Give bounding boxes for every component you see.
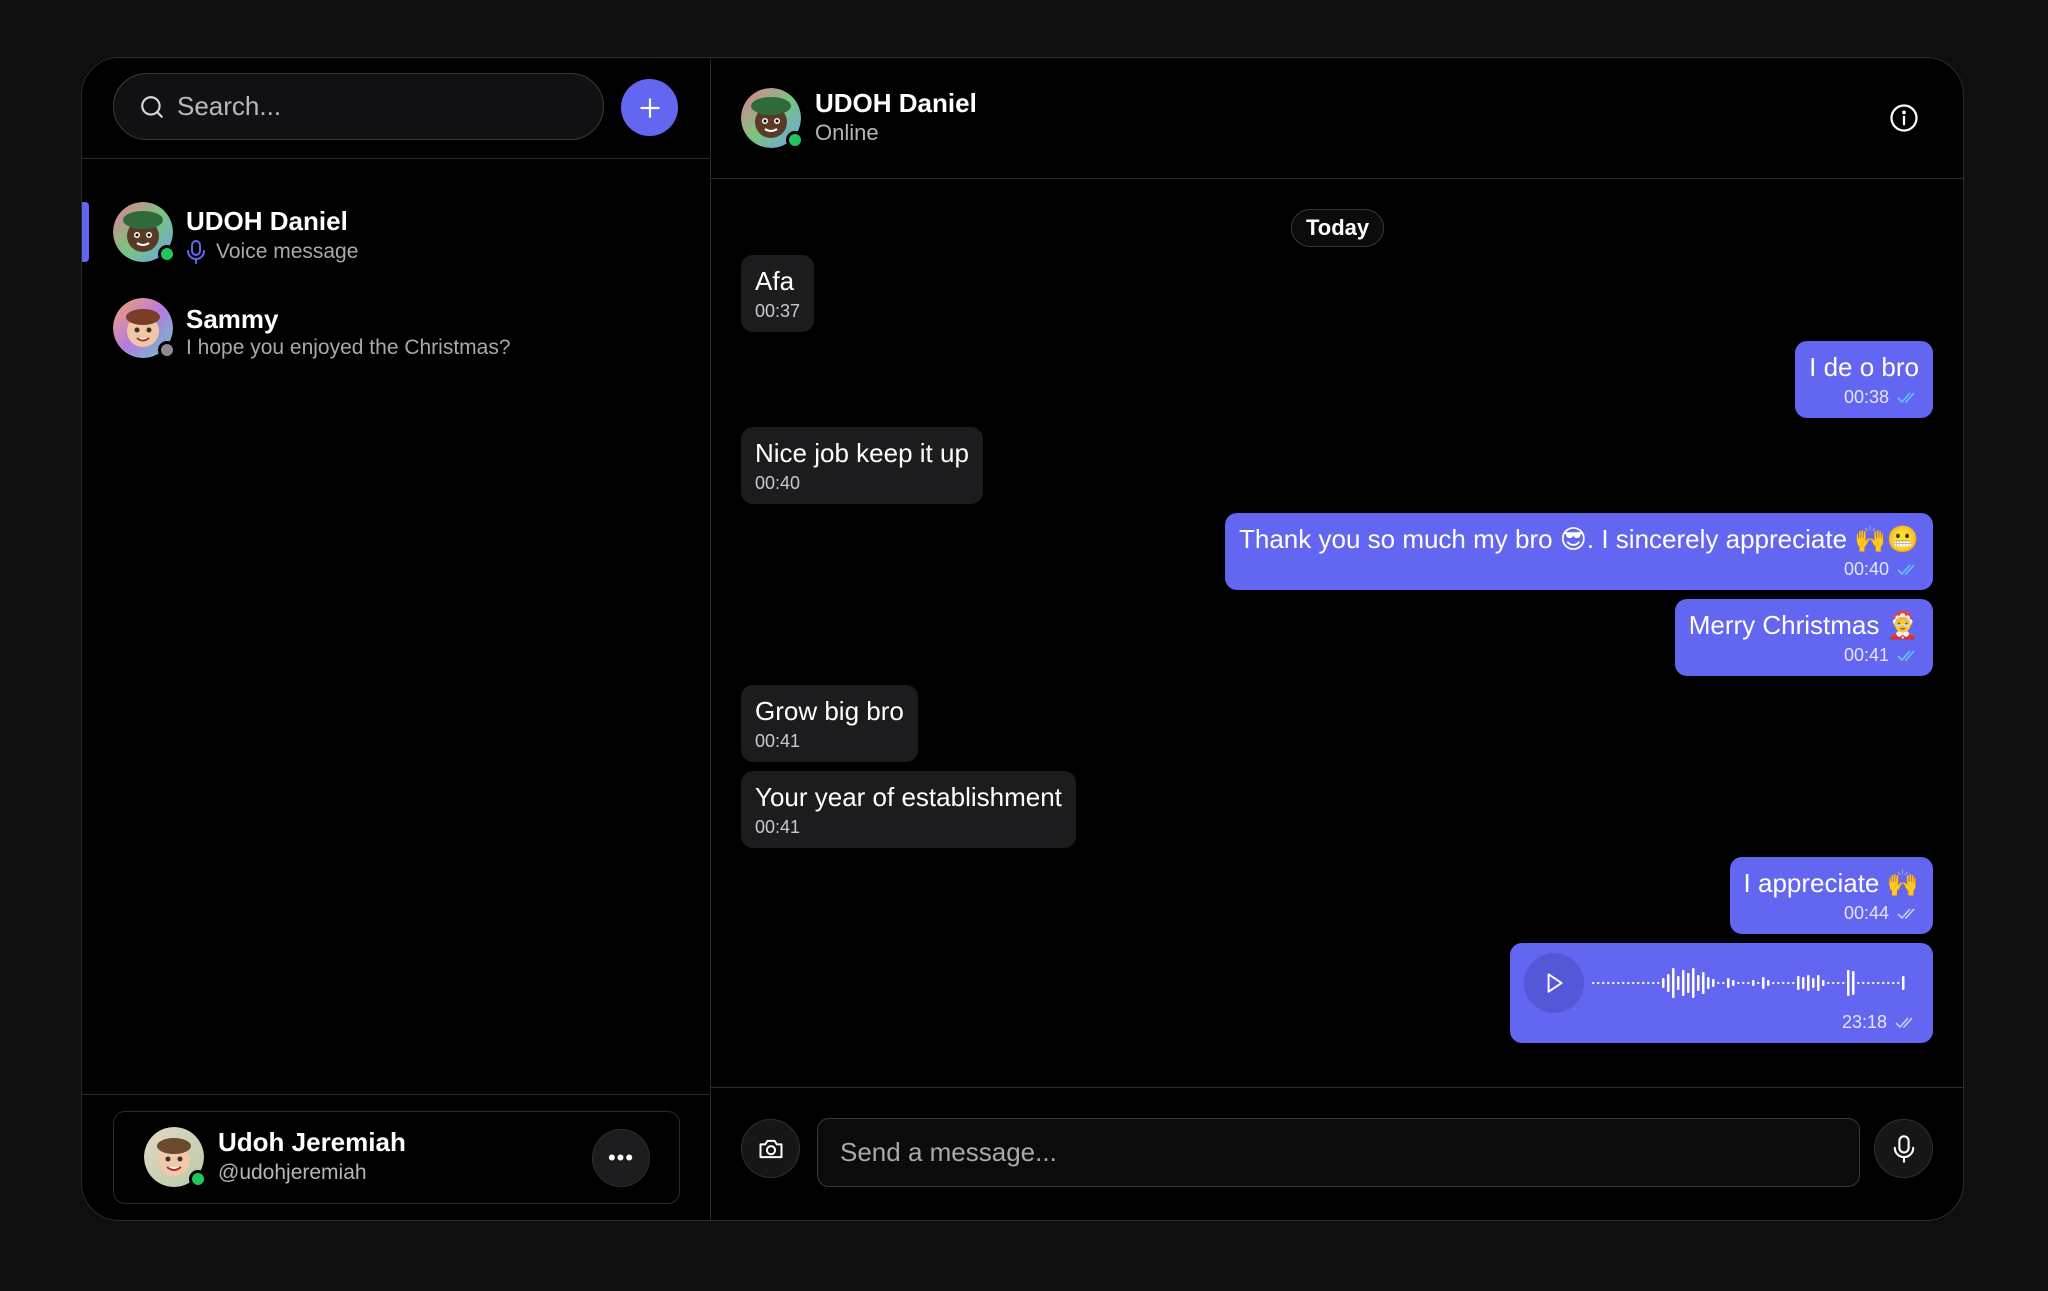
message-time: 00:40	[755, 473, 801, 493]
message-time: 00:41	[755, 731, 801, 751]
read-receipt-icon	[1897, 391, 1915, 403]
message-bubble-incoming[interactable]: Nice job keep it up 00:40	[741, 427, 983, 504]
search-box[interactable]	[113, 73, 604, 140]
message-composer	[711, 1087, 1963, 1220]
microphone-icon	[187, 240, 205, 264]
more-options-button[interactable]: •••	[592, 1129, 650, 1187]
microphone-icon	[1893, 1134, 1914, 1163]
message-time: 00:41	[1689, 645, 1919, 666]
conversation-panel: UDOH Daniel Online Today Afa 00:37 I de …	[711, 58, 1963, 1220]
message-bubble-incoming[interactable]: Grow big bro 00:41	[741, 685, 918, 762]
chat-name: Sammy	[186, 304, 279, 334]
camera-icon	[759, 1139, 782, 1158]
play-button[interactable]	[1524, 953, 1584, 1013]
sidebar-footer: Udoh Jeremiah @udohjeremiah •••	[82, 1094, 711, 1220]
camera-button[interactable]	[741, 1119, 800, 1178]
chat-app: UDOH Daniel Voice message Sammy	[81, 57, 1964, 1221]
user-profile-card[interactable]: Udoh Jeremiah @udohjeremiah •••	[113, 1111, 680, 1204]
sidebar-header	[82, 58, 710, 159]
online-status-dot	[158, 245, 176, 263]
chat-name: UDOH Daniel	[186, 206, 348, 236]
message-text: Nice job keep it up	[755, 438, 969, 468]
chat-list-item-sammy[interactable]: Sammy I hope you enjoyed the Christmas?	[82, 298, 711, 380]
message-time: 00:38	[1809, 387, 1919, 408]
delivered-receipt-icon	[1895, 1016, 1913, 1028]
message-bubble-incoming[interactable]: Your year of establishment 00:41	[741, 771, 1076, 848]
offline-status-dot	[158, 341, 176, 359]
message-text: Afa	[755, 266, 795, 296]
message-time: 00:40	[1239, 559, 1919, 580]
info-icon	[1890, 104, 1918, 132]
more-icon: •••	[607, 1145, 635, 1170]
voice-record-button[interactable]	[1874, 1119, 1933, 1178]
chat-list-item-udoh-daniel[interactable]: UDOH Daniel Voice message	[82, 202, 711, 284]
audio-waveform	[1592, 968, 1905, 998]
message-text: I appreciate 🙌	[1743, 868, 1919, 898]
contact-avatar[interactable]	[741, 88, 804, 149]
message-list: Today Afa 00:37 I de o bro 00:38 Nice jo…	[711, 179, 1963, 1043]
message-text: Thank you so much my bro 😎. I sincerely …	[1239, 524, 1919, 554]
info-button[interactable]	[1889, 103, 1919, 138]
chat-preview: I hope you enjoyed the Christmas?	[186, 336, 511, 360]
read-receipt-icon	[1897, 649, 1915, 661]
date-divider: Today	[1291, 209, 1385, 247]
message-time: 00:44	[1744, 903, 1919, 924]
chat-preview-text: I hope you enjoyed the Christmas?	[186, 336, 511, 359]
message-text: I de o bro	[1809, 352, 1919, 382]
chat-preview-text: Voice message	[216, 240, 359, 263]
profile-name: Udoh Jeremiah	[218, 1127, 406, 1157]
message-time: 00:37	[755, 301, 801, 321]
message-bubble-outgoing[interactable]: Thank you so much my bro 😎. I sincerely …	[1225, 513, 1933, 590]
online-status-dot	[189, 1170, 207, 1188]
voice-message-bubble[interactable]: 23:18	[1510, 943, 1933, 1043]
message-input-box[interactable]	[817, 1118, 1860, 1187]
avatar	[113, 202, 176, 263]
message-bubble-outgoing[interactable]: Merry Christmas 🤶 00:41	[1674, 599, 1933, 676]
message-text: Your year of establishment	[755, 782, 1062, 812]
new-chat-button[interactable]	[621, 79, 678, 136]
message-input[interactable]	[840, 1137, 1859, 1168]
message-bubble-incoming[interactable]: Afa 00:37	[741, 255, 815, 332]
profile-handle: @udohjeremiah	[218, 1161, 367, 1184]
contact-name: UDOH Daniel	[815, 88, 977, 118]
contact-status: Online	[815, 120, 879, 145]
sidebar: UDOH Daniel Voice message Sammy	[82, 58, 711, 1220]
delivered-receipt-icon	[1897, 907, 1915, 919]
message-time: 00:41	[755, 817, 801, 837]
conversation-header: UDOH Daniel Online	[711, 58, 1963, 179]
active-chat-indicator	[82, 202, 89, 262]
online-status-dot	[786, 131, 804, 149]
read-receipt-icon	[1897, 563, 1915, 575]
search-icon	[141, 95, 163, 118]
message-time: 23:18	[1842, 1012, 1917, 1033]
message-bubble-outgoing[interactable]: I de o bro 00:38	[1795, 341, 1933, 418]
message-bubble-outgoing[interactable]: I appreciate 🙌 00:44	[1729, 857, 1933, 934]
user-avatar	[144, 1127, 207, 1188]
search-input[interactable]	[177, 91, 577, 122]
message-text: Merry Christmas 🤶	[1688, 610, 1919, 640]
avatar	[113, 298, 176, 359]
plus-icon	[639, 97, 660, 118]
chat-preview: Voice message	[186, 239, 358, 265]
play-icon	[1547, 973, 1563, 993]
message-text: Grow big bro	[755, 696, 904, 726]
